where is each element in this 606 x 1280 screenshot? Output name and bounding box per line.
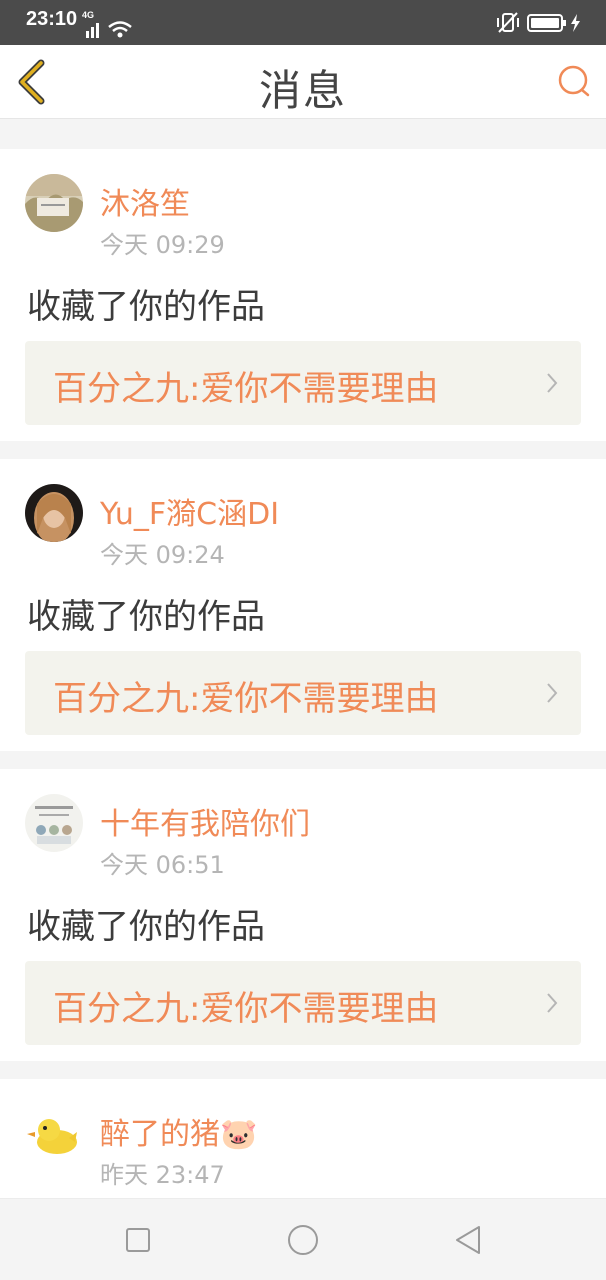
recent-apps-button[interactable] xyxy=(121,1223,155,1257)
avatar[interactable] xyxy=(25,484,83,542)
message-time: 今天 09:29 xyxy=(100,231,225,259)
username[interactable]: 十年有我陪你们 xyxy=(100,799,310,843)
battery-icon xyxy=(527,14,566,32)
message-time: 昨天 23:47 xyxy=(100,1161,225,1189)
avatar[interactable] xyxy=(25,1104,83,1162)
avatar-image xyxy=(25,174,83,232)
username[interactable]: 沐洛笙 xyxy=(100,179,190,223)
network-type: 4G xyxy=(82,10,95,20)
message-action: 收藏了你的作品 xyxy=(27,287,265,327)
work-link[interactable]: 百分之九:爱你不需要理由 xyxy=(25,341,581,425)
message-card: Yu_F漪C涵DI 今天 09:24 收藏了你的作品 百分之九:爱你不需要理由 xyxy=(0,459,606,751)
back-icon xyxy=(456,1226,480,1254)
wifi-icon xyxy=(108,21,132,38)
message-time: 今天 09:24 xyxy=(100,541,225,569)
avatar-image xyxy=(25,794,83,852)
chevron-right-icon xyxy=(547,993,558,1013)
charging-icon xyxy=(571,14,580,32)
system-nav-bar xyxy=(0,1198,606,1280)
work-link[interactable]: 百分之九:爱你不需要理由 xyxy=(25,961,581,1045)
avatar-image xyxy=(25,484,83,542)
message-card: 醉了的猪🐷 昨天 23:47 xyxy=(0,1079,606,1198)
avatar-image xyxy=(25,1104,83,1162)
signal-wifi-icons xyxy=(86,21,132,38)
home-button[interactable] xyxy=(286,1223,320,1257)
search-button[interactable] xyxy=(556,63,592,99)
chevron-right-icon xyxy=(547,373,558,393)
message-action: 收藏了你的作品 xyxy=(27,597,265,637)
back-nav-button[interactable] xyxy=(451,1223,485,1257)
work-link[interactable]: 百分之九:爱你不需要理由 xyxy=(25,651,581,735)
header-bar: 消息 xyxy=(0,45,606,119)
message-action: 收藏了你的作品 xyxy=(27,907,265,947)
recent-apps-icon xyxy=(126,1228,150,1252)
status-time: 23:10 xyxy=(26,8,78,30)
chevron-right-icon xyxy=(547,683,558,703)
home-icon xyxy=(288,1225,318,1255)
status-bar: 23:10 4G xyxy=(0,0,606,45)
message-card: 十年有我陪你们 今天 06:51 收藏了你的作品 百分之九:爱你不需要理由 xyxy=(0,769,606,1061)
vibrate-icon xyxy=(497,12,519,33)
work-title: 百分之九:爱你不需要理由 xyxy=(53,679,439,719)
search-icon xyxy=(558,65,590,97)
work-title: 百分之九:爱你不需要理由 xyxy=(53,369,439,409)
avatar[interactable] xyxy=(25,794,83,852)
username[interactable]: Yu_F漪C涵DI xyxy=(100,489,279,533)
message-time: 今天 06:51 xyxy=(100,851,225,879)
status-right-icons xyxy=(497,12,580,33)
avatar[interactable] xyxy=(25,174,83,232)
username[interactable]: 醉了的猪🐷 xyxy=(100,1109,257,1153)
page-title: 消息 xyxy=(258,66,347,115)
work-title: 百分之九:爱你不需要理由 xyxy=(53,989,439,1029)
signal-icon xyxy=(86,23,99,38)
message-card: 沐洛笙 今天 09:29 收藏了你的作品 百分之九:爱你不需要理由 xyxy=(0,149,606,441)
